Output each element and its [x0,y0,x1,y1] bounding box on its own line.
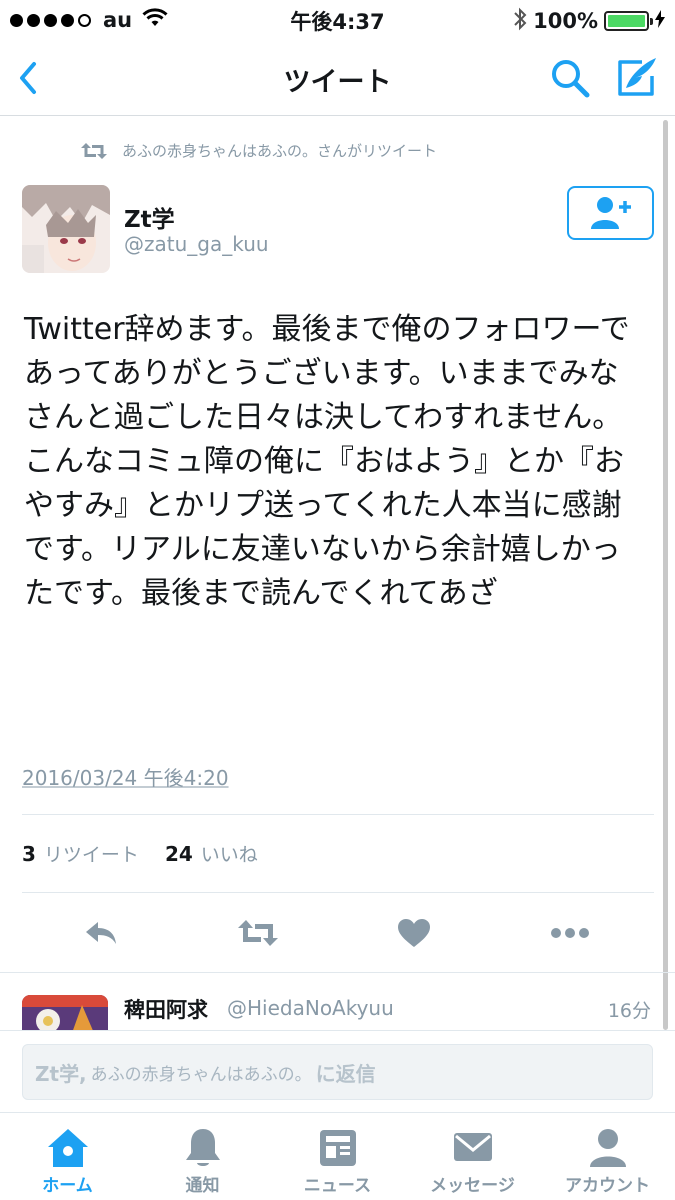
tweet-timestamp[interactable]: 2016/03/24 午後4:20 [22,762,229,791]
retweet-context-text: あふの赤身ちゃんはあふの。さんがリツイート [122,142,438,160]
compose-button[interactable] [612,54,660,102]
search-button[interactable] [548,56,592,100]
more-icon [551,928,589,938]
retweet-icon [81,142,107,159]
tweet-actions [0,908,675,958]
retweet-count-label[interactable]: リツイート [44,840,139,867]
divider [22,892,654,893]
more-button[interactable] [545,908,595,958]
tab-label: メッセージ [430,1176,515,1196]
add-user-icon [590,197,631,229]
scrollbar[interactable] [663,120,668,1030]
compose-icon [618,58,656,96]
reply-input-suffix: に返信 [315,1061,376,1086]
search-icon [552,60,590,98]
nav-bar: ツイート [0,40,675,116]
tab-news[interactable]: ニュース [270,1113,405,1200]
person-icon [589,1129,626,1167]
reply-author-name[interactable]: 稗田阿求 [124,994,208,1024]
author-handle[interactable]: @zatu_ga_kuu [124,232,269,256]
like-count-label[interactable]: いいね [201,840,258,867]
tab-messages[interactable]: メッセージ [405,1113,540,1200]
status-bar: au 午後4:37 100% [0,0,675,40]
follow-button[interactable] [567,186,654,240]
tab-label: 通知 [185,1176,220,1196]
avatar[interactable] [22,185,110,273]
battery-area: 100% [513,7,665,35]
reply-input-names: あふの赤身ちゃんはあふの。 [90,1064,312,1085]
reply-author-handle[interactable]: @HiedaNoAkyuu [227,996,394,1020]
tab-label: ニュース [303,1176,372,1196]
tab-notifications[interactable]: 通知 [135,1113,270,1200]
tweet-text: Twitter辞めます。最後まで俺のフォロワーであってありがとうございます。いま… [24,312,630,611]
tab-home[interactable]: ホーム [0,1113,135,1200]
tab-account[interactable]: アカウント [540,1113,675,1200]
reply-button[interactable] [77,908,127,958]
bluetooth-icon [513,7,527,35]
retweet-count[interactable]: 3 [22,842,36,866]
tab-label: アカウント [565,1176,650,1196]
avatar-image [22,185,110,273]
news-icon [319,1130,356,1166]
retweet-button[interactable] [233,908,283,958]
divider [0,972,675,973]
reply-avatar[interactable] [22,995,108,1035]
tab-bar: ホーム 通知 ニュース メッセージ アカウント [0,1112,675,1200]
bell-icon [185,1129,220,1166]
battery-icon [604,11,653,31]
reply-input-name: Zt学, [35,1061,87,1086]
tweet-stats: 3 リツイート 24 いいね [22,840,258,867]
like-button[interactable] [389,908,439,958]
reply-time: 16分 [607,1000,651,1022]
divider [22,814,654,815]
reply-input[interactable]: Zt学, あふの赤身ちゃんはあふの。 に返信 [22,1044,653,1100]
charging-icon [655,10,665,32]
battery-percent: 100% [533,9,598,33]
author-name[interactable]: Zt学 [124,200,175,234]
avatar-image [22,995,108,1035]
reply-icon [86,922,116,944]
retweet-context: あふの赤身ちゃんはあふの。さんがリツイート [80,140,437,161]
like-count[interactable]: 24 [165,842,193,866]
tab-label: ホーム [42,1176,93,1196]
heart-icon [398,919,430,947]
envelope-icon [453,1133,492,1161]
retweet-icon [238,920,278,946]
home-icon [47,1129,88,1167]
